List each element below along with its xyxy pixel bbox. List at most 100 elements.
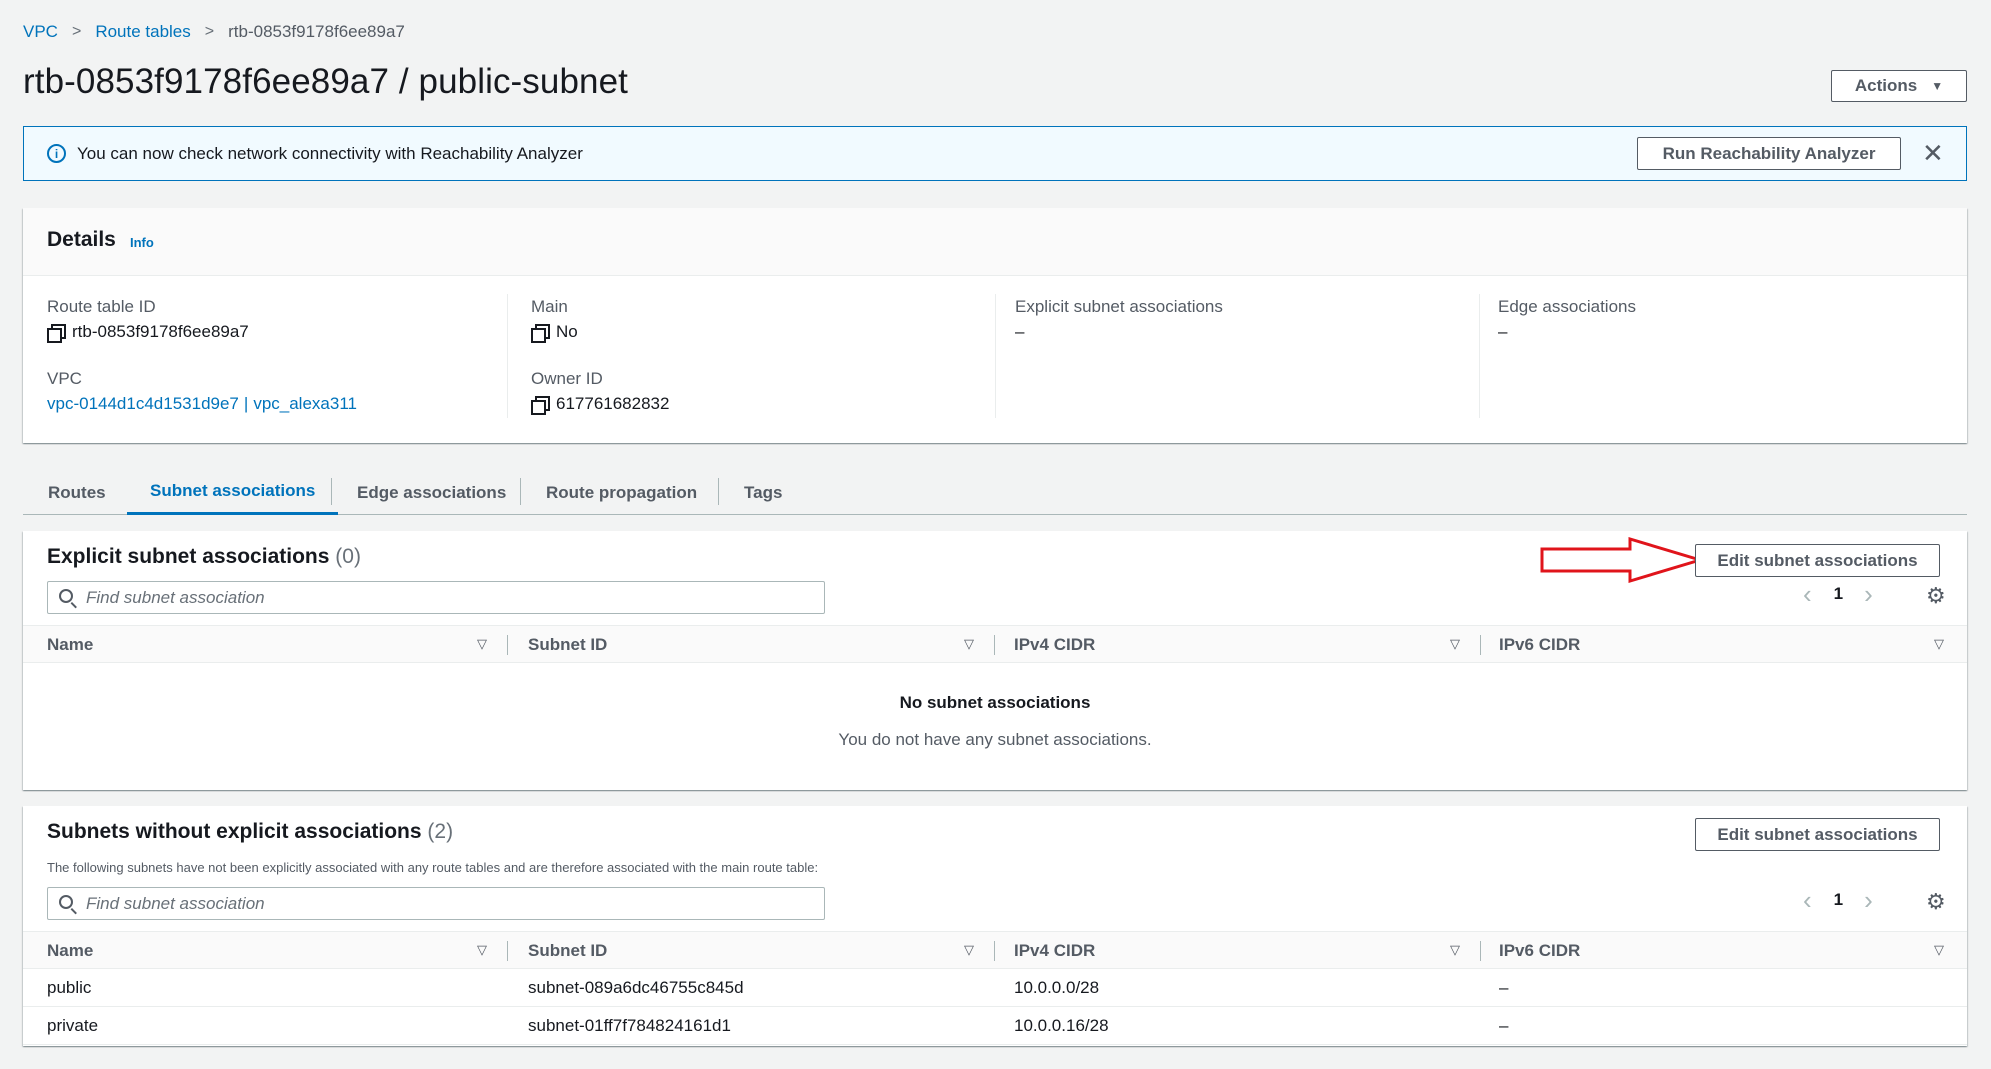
cell-ipv6-cidr: – [1499, 978, 1509, 997]
info-link[interactable]: Info [130, 235, 154, 250]
sort-icon[interactable]: ▽ [477, 636, 487, 652]
column-divider[interactable] [994, 941, 995, 961]
vpc-name-link[interactable]: vpc_alexa311 [253, 394, 357, 414]
owner-id-text: 617761682832 [556, 394, 670, 413]
table-row[interactable]: private subnet-01ff7f784824161d1 10.0.0.… [23, 1007, 1967, 1045]
actions-button[interactable]: Actions ▼ [1831, 70, 1967, 102]
column-header-ipv4-cidr[interactable]: IPv4 CIDR [1014, 635, 1095, 655]
gear-icon[interactable]: ⚙ [1926, 889, 1946, 915]
chevron-right-icon: > [204, 23, 215, 40]
cell-subnet-id-link[interactable]: subnet-01ff7f784824161d1 [528, 1016, 731, 1036]
edge-associations-label: Edge associations [1498, 297, 1636, 316]
sort-icon[interactable]: ▽ [964, 942, 974, 958]
cell-ipv4-cidr: 10.0.0.0/28 [1014, 978, 1100, 997]
column-divider[interactable] [1480, 941, 1481, 961]
column-divider [995, 294, 996, 418]
details-header: Details Info [23, 208, 1967, 276]
explicit-associations-label: Explicit subnet associations [1015, 297, 1223, 316]
column-header-subnet-id[interactable]: Subnet ID [528, 635, 607, 655]
breadcrumb-route-tables[interactable]: Route tables [95, 22, 190, 42]
chevron-left-icon[interactable]: ‹ [1803, 887, 1812, 913]
edit-subnet-associations-button[interactable]: Edit subnet associations [1695, 544, 1940, 577]
cell-ipv4-cidr: 10.0.0.16/28 [1014, 1016, 1109, 1035]
sort-icon[interactable]: ▽ [1934, 636, 1944, 652]
column-header-ipv4-cidr[interactable]: IPv4 CIDR [1014, 941, 1095, 961]
column-header-ipv6-cidr[interactable]: IPv6 CIDR [1499, 941, 1580, 961]
main-label: Main [531, 297, 568, 316]
without-panel-count: (2) [427, 820, 454, 843]
edit-subnet-associations-button-2[interactable]: Edit subnet associations [1695, 818, 1940, 851]
explicit-search-field[interactable] [47, 581, 825, 614]
flash-message: You can now check network connectivity w… [77, 144, 583, 163]
run-reachability-analyzer-button[interactable]: Run Reachability Analyzer [1637, 137, 1901, 170]
explicit-pagination: ‹ 1 › [1803, 581, 1873, 607]
tab-divider [718, 478, 719, 505]
tab-route-propagation[interactable]: Route propagation [546, 470, 697, 515]
without-panel-title-text: Subnets without explicit associations [47, 820, 422, 843]
close-icon[interactable]: ✕ [1922, 139, 1944, 167]
breadcrumb-vpc[interactable]: VPC [23, 22, 58, 42]
chevron-left-icon[interactable]: ‹ [1803, 581, 1812, 607]
reachability-flash: i You can now check network connectivity… [23, 126, 1967, 181]
without-panel-title: Subnets without explicit associations (2… [47, 820, 453, 844]
subnets-without-associations-panel: Subnets without explicit associations (2… [23, 806, 1967, 1046]
without-search-field[interactable] [47, 887, 825, 920]
sort-icon[interactable]: ▽ [1450, 942, 1460, 958]
page-title: rtb-0853f9178f6ee89a7 / public-subnet [23, 62, 628, 101]
column-divider [1479, 294, 1480, 418]
tab-routes[interactable]: Routes [48, 470, 106, 515]
sort-icon[interactable]: ▽ [477, 942, 487, 958]
page-number[interactable]: 1 [1834, 584, 1843, 604]
column-divider [507, 294, 508, 418]
search-icon [59, 589, 73, 603]
column-header-name[interactable]: Name [47, 941, 93, 961]
cell-name: private [47, 1016, 99, 1035]
vpc-value: vpc-0144d1c4d1531d9e7 | vpc_alexa311 [47, 394, 357, 414]
gear-icon[interactable]: ⚙ [1926, 583, 1946, 609]
chevron-right-icon: > [71, 23, 82, 40]
search-icon [59, 895, 73, 909]
column-divider[interactable] [507, 941, 508, 961]
chevron-right-icon[interactable]: › [1864, 887, 1873, 913]
tab-subnet-associations[interactable]: Subnet associations [127, 470, 339, 515]
column-header-subnet-id[interactable]: Subnet ID [528, 941, 607, 961]
without-search-input[interactable] [86, 888, 806, 919]
tab-edge-associations[interactable]: Edge associations [357, 470, 506, 515]
info-icon: i [47, 144, 66, 163]
cell-subnet-id-link[interactable]: subnet-089a6dc46755c845d [528, 978, 744, 998]
explicit-associations-value: – [1015, 322, 1025, 341]
sort-icon[interactable]: ▽ [1934, 942, 1944, 958]
column-divider[interactable] [1480, 635, 1481, 655]
edge-associations-value: – [1498, 322, 1508, 341]
main-value-text: No [556, 322, 578, 341]
without-pagination: ‹ 1 › [1803, 887, 1873, 913]
copy-icon[interactable] [47, 324, 66, 343]
copy-icon[interactable] [531, 324, 550, 343]
explicit-search-input[interactable] [86, 582, 806, 613]
vpc-separator: | [243, 394, 249, 413]
page-number[interactable]: 1 [1834, 890, 1843, 910]
column-divider[interactable] [507, 635, 508, 655]
copy-icon[interactable] [531, 396, 550, 415]
tab-tags[interactable]: Tags [744, 470, 782, 515]
route-table-id-value: rtb-0853f9178f6ee89a7 [47, 322, 249, 343]
breadcrumb: VPC > Route tables > rtb-0853f9178f6ee89… [23, 22, 405, 42]
route-table-id-label: Route table ID [47, 297, 156, 316]
cell-ipv6-cidr: – [1499, 1016, 1509, 1035]
table-row[interactable]: public subnet-089a6dc46755c845d 10.0.0.0… [23, 969, 1967, 1007]
column-divider[interactable] [994, 635, 995, 655]
chevron-right-icon[interactable]: › [1864, 581, 1873, 607]
sort-icon[interactable]: ▽ [964, 636, 974, 652]
breadcrumb-current: rtb-0853f9178f6ee89a7 [228, 22, 405, 41]
main-value: No [531, 322, 578, 343]
explicit-panel-title: Explicit subnet associations (0) [47, 545, 361, 569]
vpc-label: VPC [47, 369, 82, 388]
cell-name: public [47, 978, 92, 997]
empty-state-description: You do not have any subnet associations. [838, 730, 1152, 749]
tab-divider [331, 478, 332, 505]
vpc-id-link[interactable]: vpc-0144d1c4d1531d9e7 [47, 394, 239, 414]
column-header-ipv6-cidr[interactable]: IPv6 CIDR [1499, 635, 1580, 655]
column-header-name[interactable]: Name [47, 635, 93, 655]
sort-icon[interactable]: ▽ [1450, 636, 1460, 652]
actions-label: Actions [1854, 76, 1918, 95]
